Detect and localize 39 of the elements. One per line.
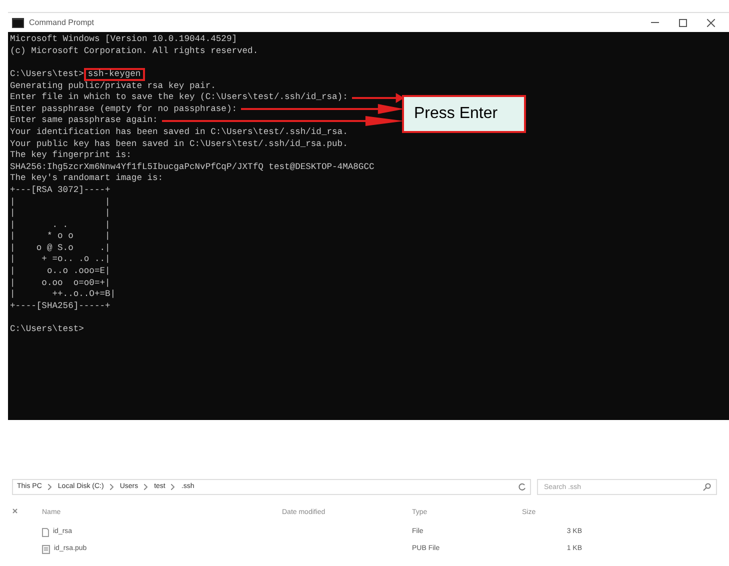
terminal-line: | o..o .ooo=E| [10,265,110,278]
terminal-line: | o @ S.o .| [10,242,110,254]
close-icon [707,18,715,26]
terminal-icon [12,18,24,28]
terminal-line: | | [10,207,110,220]
maximize-icon [679,18,687,26]
terminal-line: SHA256:Ihg5zcrXm6Nnw4Yf1fL5IbucgaPcNvPfCqP/JXTfQ test@DESKTOP-4MA8GCC [10,160,374,174]
terminal-prompt: C:\Users\test> [10,68,84,81]
terminal-line: Enter same passphrase again: [10,114,158,128]
search-icon [703,483,711,491]
terminal-line: | o.oo o=o0=+| [10,276,110,290]
terminal-line: Your identification has been saved in C:\Users\test/.ssh/id_rsa. [10,126,348,139]
terminal-line: The key fingerprint is: [10,149,132,162]
terminal-line: | + =o.. .o ..| [10,253,110,266]
terminal-command: ssh-keygen [84,68,145,82]
callout: Press Enter [402,95,526,133]
minimize-icon [651,22,659,24]
terminal-line: (c) Microsoft Corporation. All rights reserved. [10,44,258,58]
terminal-line: +----[SHA256]-----+ [10,300,110,313]
terminal-line: | | [10,196,110,208]
terminal-line: Your public key has been saved in C:\Users\test/.ssh/id_rsa.pub. [10,138,348,150]
terminal-line: | . . | [10,218,110,232]
terminal-line: Generating public/private rsa key pair. [10,80,216,92]
terminal-line: The key's randomart image is: [10,172,164,186]
chevron-icon [110,484,114,490]
certificate-icon [42,545,50,554]
refresh-icon[interactable] [518,483,526,491]
terminal-line: | * o o | [10,230,110,244]
window-title: Command Prompt [29,16,94,28]
chevron-icon [144,484,148,490]
file-icon [42,528,49,537]
terminal-line: | ++..o..O+=B| [10,288,116,302]
terminal-line: Enter file in which to save the key (C:\Users\test/.ssh/id_rsa): [10,91,348,104]
terminal-line: Enter passphrase (empty for no passphrase): [10,102,237,116]
terminal-line: Microsoft Windows [Version 10.0.19044.4529] [10,33,237,46]
chevron-icon [48,484,52,490]
terminal-prompt: C:\Users\test> [10,323,84,336]
terminal-line: +---[RSA 3072]----+ [10,184,110,197]
chevron-icon [171,484,176,490]
